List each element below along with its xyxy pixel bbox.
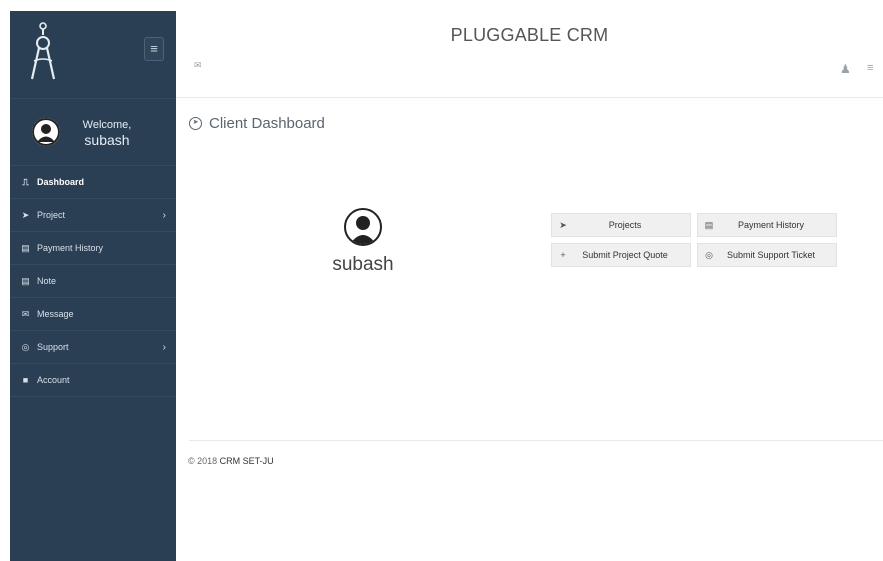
sidebar-item-project[interactable]: ➤ Project › (10, 199, 176, 232)
sidebar-item-label: Account (37, 375, 70, 385)
life-ring-icon: ◎ (705, 249, 713, 260)
sidebar-item-message[interactable]: ✉ Message (10, 298, 176, 331)
menu-toggle-button[interactable]: ≡ (144, 37, 164, 61)
paper-plane-icon: ➤ (559, 219, 567, 230)
sidebar-item-account[interactable]: ■ Account (10, 364, 176, 397)
submit-support-ticket-button[interactable]: ◎ Submit Support Ticket (697, 243, 837, 267)
page-title-text: Client Dashboard (209, 115, 325, 132)
profile-summary: subash (330, 208, 396, 276)
divider (189, 440, 883, 441)
submit-project-quote-button[interactable]: + Submit Project Quote (551, 243, 691, 267)
footer-company: CRM SET-JU (219, 456, 274, 466)
footer: © 2018 CRM SET-JU (188, 456, 274, 466)
life-ring-icon: ◎ (21, 341, 30, 352)
profile-username: subash (84, 132, 130, 148)
sidebar-profile: Welcome, subash (10, 99, 176, 166)
welcome-label: Welcome, (82, 119, 132, 131)
button-label: Projects (608, 220, 642, 230)
compass-logo-icon[interactable] (28, 21, 58, 88)
welcome-text: Welcome, subash (67, 119, 147, 148)
footer-copyright: © 2018 (188, 456, 218, 466)
sidebar-item-label: Dashboard (37, 177, 85, 187)
chevron-right-icon: › (162, 341, 166, 353)
user-icon[interactable]: ♟ (840, 62, 851, 76)
app-title: PLUGGABLE CRM (450, 25, 609, 45)
envelope-icon[interactable]: ✉ (194, 60, 202, 71)
top-bar: PLUGGABLE CRM ✉ ♟ ≡ (176, 0, 883, 98)
arrow-circle-icon: ➤ (189, 117, 202, 130)
sidebar-item-label: Payment History (37, 243, 104, 253)
sidebar-item-support[interactable]: ◎ Support › (10, 331, 176, 364)
sidebar-item-label: Support (37, 342, 69, 352)
envelope-icon: ✉ (21, 308, 30, 319)
sidebar-brand: ≡ (10, 11, 176, 99)
sidebar-item-payment-history[interactable]: ▤ Payment History (10, 232, 176, 265)
button-label: Submit Project Quote (582, 250, 668, 260)
button-label: Payment History (737, 220, 805, 230)
sidebar: ≡ Welcome, subash ⎍ Dashboard ➤ Project … (10, 11, 176, 561)
projects-button[interactable]: ➤ Projects (551, 213, 691, 237)
lock-icon: ■ (22, 375, 29, 385)
sidebar-item-dashboard[interactable]: ⎍ Dashboard (10, 166, 176, 199)
payment-history-button[interactable]: ▤ Payment History (697, 213, 837, 237)
plus-icon: + (560, 250, 566, 260)
profile-username: subash (332, 254, 394, 275)
user-avatar-icon (344, 208, 382, 246)
avatar (32, 118, 60, 146)
credit-card-icon: ▤ (704, 219, 714, 230)
button-label: Submit Support Ticket (726, 250, 816, 260)
note-icon: ▤ (21, 275, 30, 286)
sidebar-item-note[interactable]: ▤ Note (10, 265, 176, 298)
dashboard-icon: ⎍ (22, 176, 29, 187)
paper-plane-icon: ➤ (21, 209, 30, 220)
credit-card-icon: ▤ (21, 242, 30, 253)
sidebar-item-label: Message (37, 309, 74, 319)
sidebar-item-label: Note (37, 276, 57, 286)
chevron-right-icon: › (162, 209, 166, 221)
sidebar-item-label: Project (37, 210, 66, 220)
page-title: ➤ Client Dashboard (189, 115, 325, 132)
bars-icon[interactable]: ≡ (867, 62, 873, 74)
